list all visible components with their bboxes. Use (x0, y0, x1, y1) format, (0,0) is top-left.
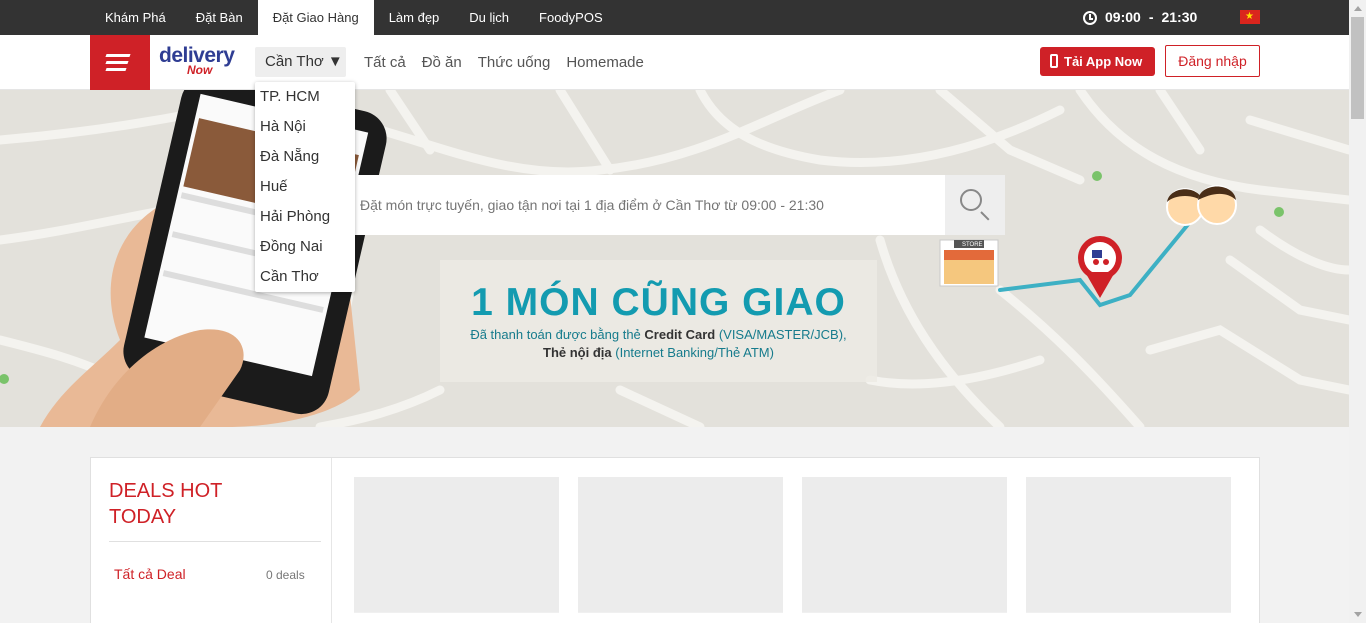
store-icon: STORE (939, 239, 999, 287)
customers-icon (1166, 185, 1237, 226)
deal-card-footer (354, 612, 559, 623)
promo-heading: 1 MÓN CŨNG GIAO (471, 281, 846, 324)
city-option-dong-nai[interactable]: Đồng Nai (255, 232, 355, 262)
city-option-can-tho[interactable]: Cần Thơ (255, 262, 355, 292)
category-homemade[interactable]: Homemade (566, 35, 644, 90)
promo-box: 1 MÓN CŨNG GIAO Đã thanh toán được bằng … (440, 260, 877, 382)
city-option-hcm[interactable]: TP. HCM (255, 82, 355, 112)
site-header: delivery Now Cần Thơ ▼ Tất cả Đồ ăn Thức… (0, 35, 1349, 90)
divider (109, 541, 321, 542)
deal-card-footer (1026, 612, 1231, 623)
category-food[interactable]: Đồ ăn (422, 35, 462, 90)
category-drinks[interactable]: Thức uống (478, 35, 551, 90)
city-dropdown: TP. HCM Hà Nội Đà Nẵng Huế Hải Phòng Đồn… (255, 82, 355, 292)
scrollbar-thumb[interactable] (1351, 17, 1364, 119)
city-option-da-nang[interactable]: Đà Nẵng (255, 142, 355, 172)
promo-line-1: Đã thanh toán được bằng thẻ Credit Card … (470, 327, 847, 342)
topnav-foodypos[interactable]: FoodyPOS (524, 0, 618, 35)
top-nav: Khám Phá Đặt Bàn Đặt Giao Hàng Làm đẹp D… (90, 0, 618, 35)
deal-card-footer (578, 612, 783, 623)
vietnam-flag-icon[interactable]: ★ (1240, 10, 1260, 24)
hours-close: 21:30 (1161, 9, 1198, 25)
download-app-label: Tải App Now (1064, 54, 1143, 69)
city-option-ha-noi[interactable]: Hà Nội (255, 112, 355, 142)
phone-icon (1050, 54, 1058, 68)
hours-separator: - (1148, 9, 1154, 25)
category-all[interactable]: Tất cả (364, 35, 406, 90)
category-nav: Tất cả Đồ ăn Thức uống Homemade (364, 35, 644, 90)
scroll-down-icon[interactable] (1354, 612, 1362, 617)
all-deals-link[interactable]: Tất cả Deal (114, 566, 186, 582)
topnav-du-lich[interactable]: Du lịch (454, 0, 524, 35)
deal-card-placeholder[interactable] (1026, 477, 1231, 612)
scroll-up-icon[interactable] (1354, 6, 1362, 11)
promo-line-2: Thẻ nội địa (Internet Banking/Thẻ ATM) (543, 345, 774, 360)
hero-banner: STORE Đặt món trực tuyến, giao tận nơi t… (0, 90, 1349, 427)
hours-open: 09:00 (1105, 9, 1141, 25)
logo-icon[interactable] (90, 35, 150, 90)
city-option-hai-phong[interactable]: Hải Phòng (255, 202, 355, 232)
opening-hours: 09:00 - 21:30 (1083, 0, 1197, 35)
topnav-lam-dep[interactable]: Làm đẹp (374, 0, 455, 35)
deals-panel: DEALS HOT TODAY Tất cả Deal 0 deals (90, 457, 1260, 623)
clock-icon (1083, 10, 1097, 25)
city-option-hue[interactable]: Huế (255, 172, 355, 202)
deal-card-footer (802, 612, 1007, 623)
download-app-button[interactable]: Tải App Now (1040, 47, 1155, 76)
city-select-button[interactable]: Cần Thơ ▼ (255, 47, 346, 77)
deals-sidebar: DEALS HOT TODAY Tất cả Deal 0 deals (91, 458, 332, 623)
deals-title: DEALS HOT TODAY (109, 480, 222, 528)
topnav-kham-pha[interactable]: Khám Phá (90, 0, 181, 35)
deal-card-placeholder[interactable] (578, 477, 783, 612)
search-button[interactable] (945, 175, 1005, 235)
top-navigation-bar: Khám Phá Đặt Bàn Đặt Giao Hàng Làm đẹp D… (0, 0, 1349, 35)
search-input[interactable] (346, 175, 945, 235)
topnav-dat-ban[interactable]: Đặt Bàn (181, 0, 258, 35)
login-button[interactable]: Đăng nhập (1165, 45, 1260, 77)
deal-card-placeholder[interactable] (802, 477, 1007, 612)
deal-count: 0 deals (266, 568, 305, 582)
search-icon (960, 189, 982, 211)
logo[interactable]: delivery Now (159, 45, 235, 76)
deal-card-placeholder[interactable] (354, 477, 559, 612)
page-scrollbar[interactable] (1349, 0, 1366, 623)
svg-text:STORE: STORE (962, 242, 983, 248)
topnav-dat-giao-hang[interactable]: Đặt Giao Hàng (257, 0, 374, 35)
